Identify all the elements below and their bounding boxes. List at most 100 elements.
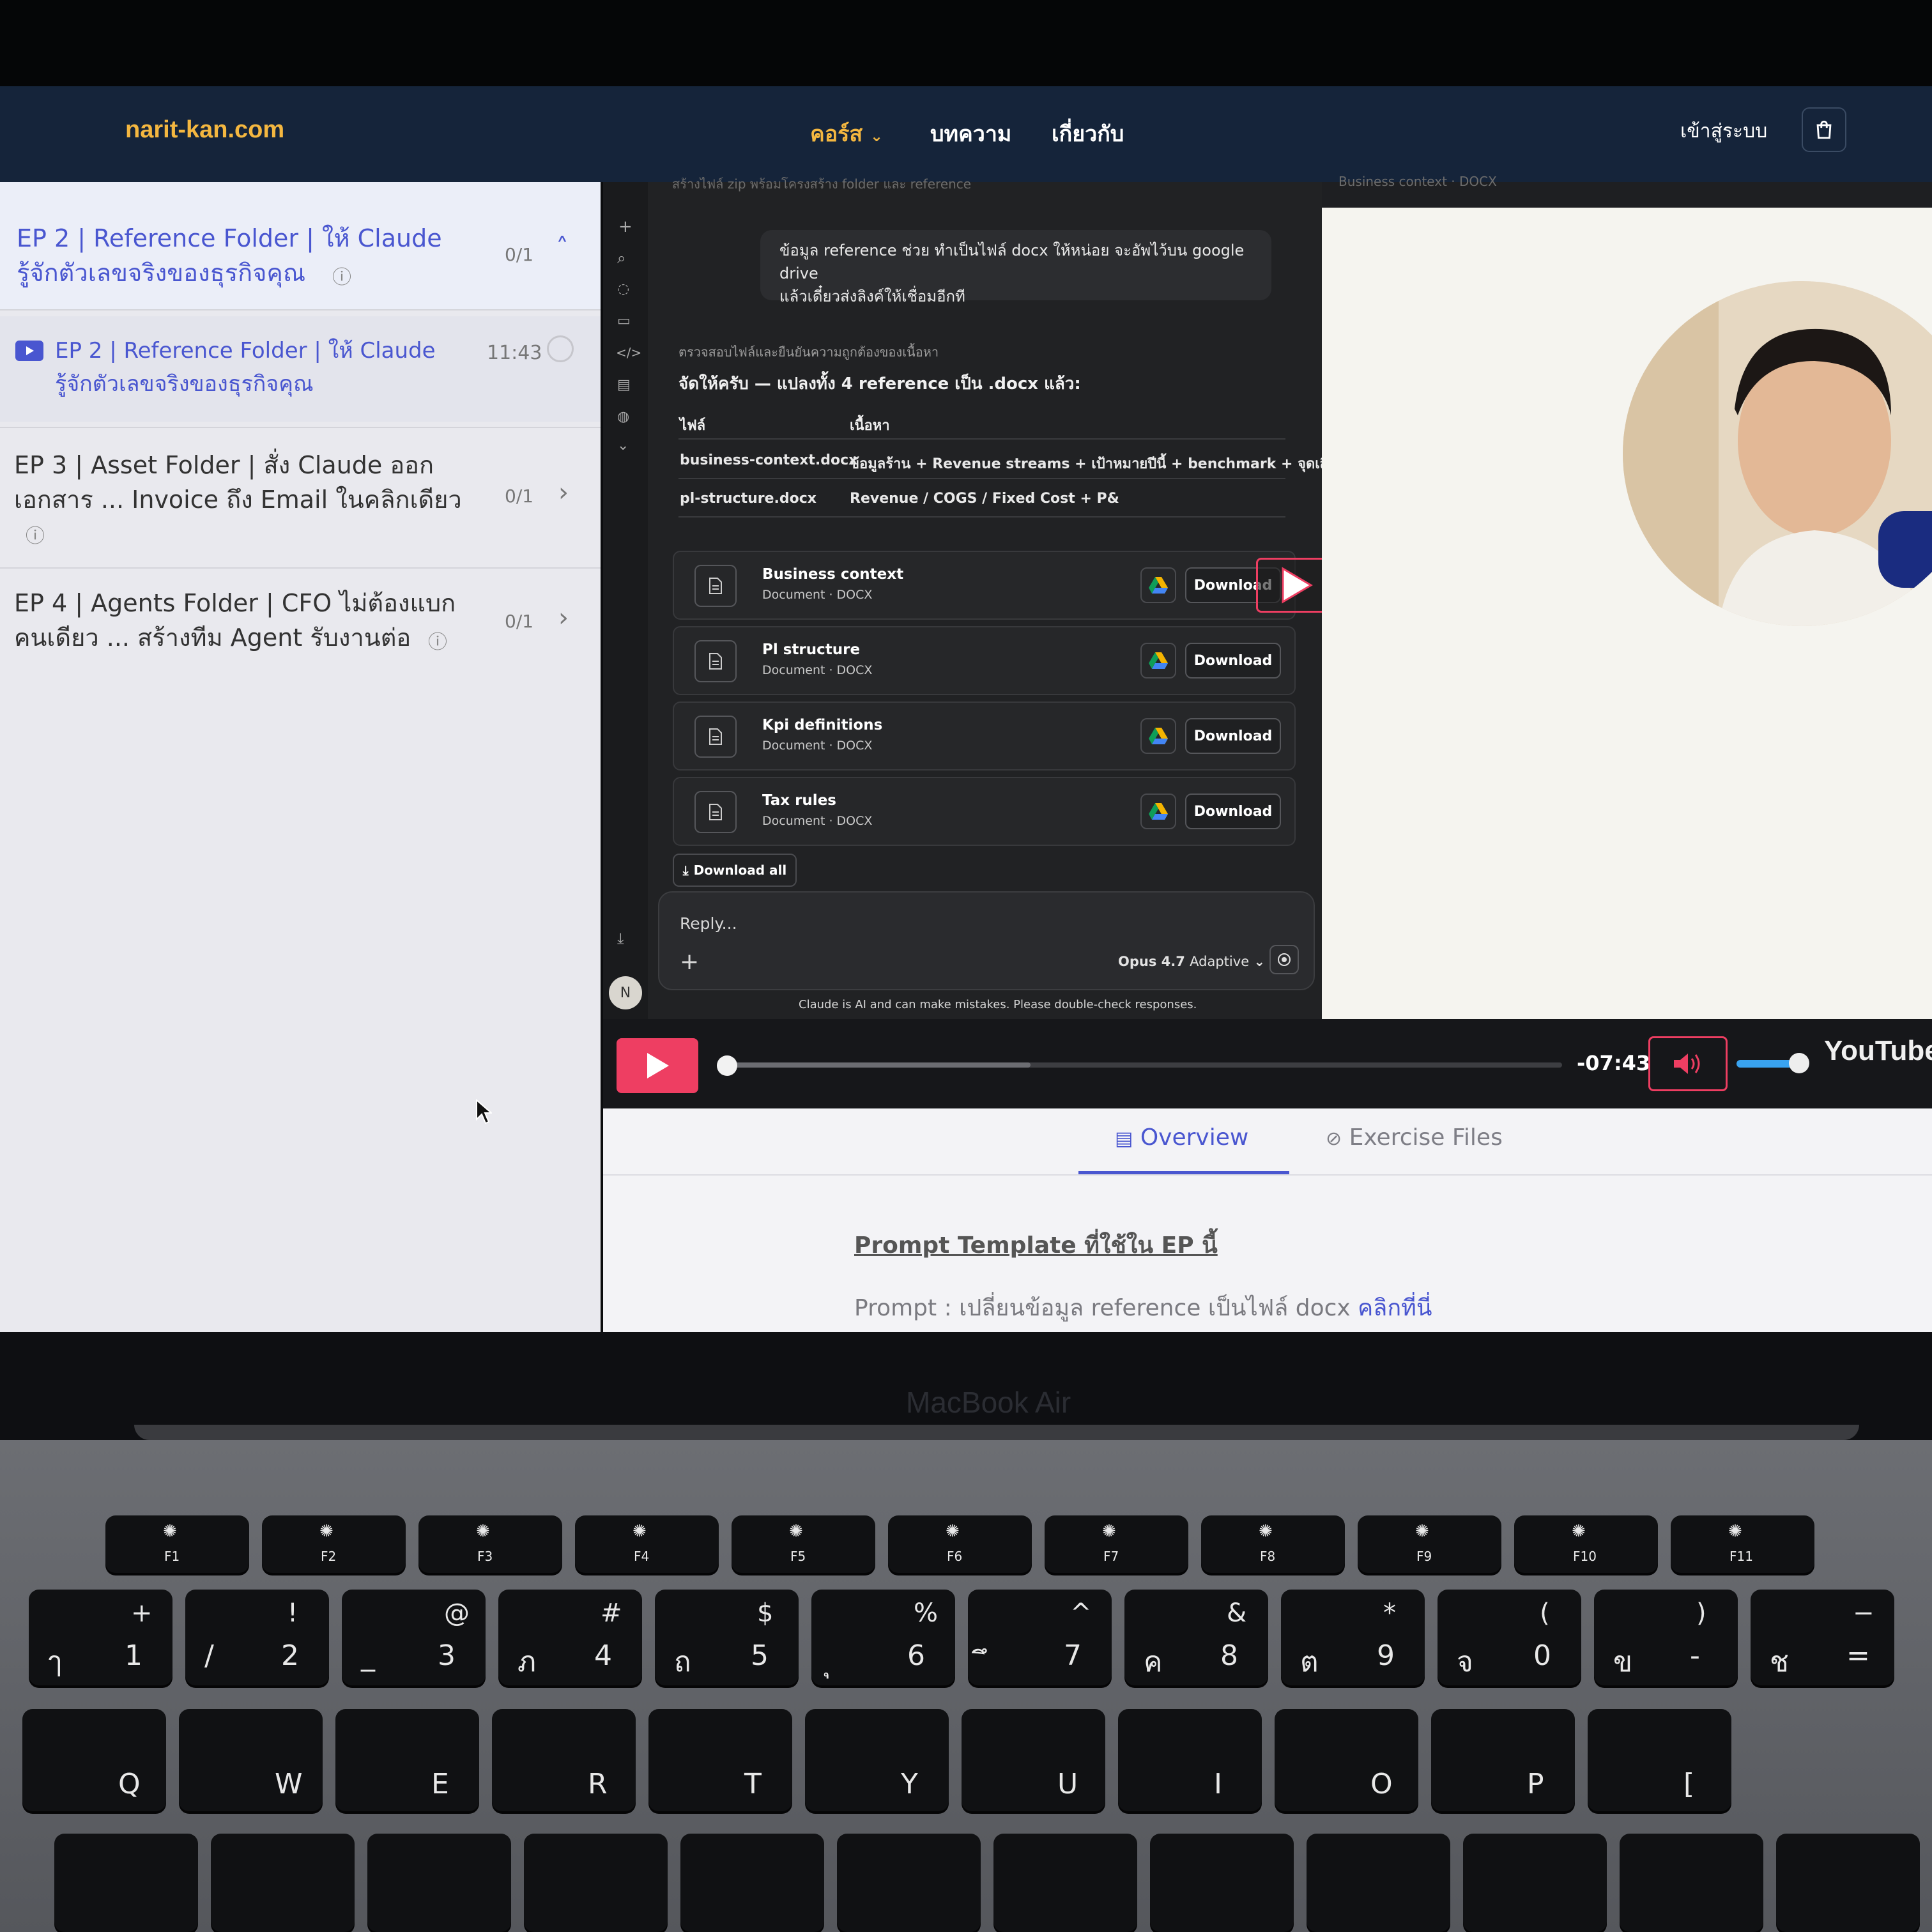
volume-knob[interactable] bbox=[1789, 1053, 1809, 1073]
info-icon: ⓘ bbox=[26, 525, 45, 548]
key-glyph: 6 bbox=[907, 1639, 925, 1672]
file-card-tax-rules[interactable]: Tax rules Document · DOCX Download bbox=[673, 777, 1296, 846]
key-glyph: Q bbox=[118, 1768, 141, 1800]
key-glyph: F6 bbox=[947, 1549, 963, 1564]
key-glyph: ✺ bbox=[1415, 1522, 1429, 1541]
time-remaining: -07:43 bbox=[1577, 1051, 1651, 1075]
lesson-duration: 11:43 bbox=[487, 342, 542, 364]
download-button[interactable]: Download bbox=[1185, 793, 1281, 829]
play-icon bbox=[1282, 567, 1313, 604]
site-logo[interactable]: narit-kan.com bbox=[125, 116, 284, 144]
key-glyph: F1 bbox=[164, 1549, 180, 1564]
divider bbox=[0, 567, 601, 569]
key-glyph: 0 bbox=[1533, 1639, 1551, 1672]
file-card-pl-structure[interactable]: Pl structure Document · DOCX Download bbox=[673, 626, 1296, 695]
letter-key: Q bbox=[22, 1709, 166, 1811]
prompt-line: Prompt : เปลี่ยนข้อมูล reference เป็นไฟล… bbox=[854, 1289, 1432, 1326]
search-icon[interactable]: ⌕ bbox=[617, 249, 625, 267]
nav-courses[interactable]: คอร์ส ⌄ bbox=[810, 116, 883, 151]
login-link[interactable]: เข้าสู่ระบบ bbox=[1680, 116, 1767, 146]
key-glyph: ช bbox=[1770, 1646, 1789, 1678]
key-glyph: ✺ bbox=[946, 1522, 960, 1541]
prompt-template-heading: Prompt Template ที่ใช้ใน EP นี้ bbox=[854, 1232, 1218, 1259]
section-progress: 0/1 bbox=[505, 486, 534, 507]
nav-about[interactable]: เกี่ยวกับ bbox=[1052, 116, 1124, 151]
section-ep2[interactable]: EP 2 | Reference Folder | ให้ Claude รู้… bbox=[0, 182, 601, 310]
key-glyph: F2 bbox=[321, 1549, 337, 1564]
reply-input[interactable]: Reply... bbox=[680, 914, 737, 933]
progress-scrubber[interactable] bbox=[717, 1055, 737, 1076]
number-key: %ุ6 bbox=[811, 1590, 955, 1685]
voice-mode-button[interactable] bbox=[1269, 945, 1299, 974]
key-glyph: ภ bbox=[518, 1646, 537, 1678]
key-glyph: 5 bbox=[751, 1639, 769, 1672]
chevron-down-icon[interactable]: ⌄ bbox=[617, 438, 629, 454]
function-key: ✺ F1 bbox=[105, 1515, 249, 1573]
letter-key bbox=[993, 1834, 1137, 1932]
tab-overview[interactable]: ▤ Overview bbox=[1115, 1124, 1248, 1151]
prompt-text: Prompt : เปลี่ยนข้อมูล reference เป็นไฟล… bbox=[854, 1295, 1358, 1321]
video-play-icon bbox=[15, 341, 43, 361]
file-card-business-context[interactable]: Business context Document · DOCX Downloa… bbox=[673, 551, 1296, 620]
cart-button[interactable] bbox=[1802, 107, 1846, 152]
download-icon[interactable]: ⤓ bbox=[617, 930, 624, 947]
completion-circle-icon[interactable] bbox=[547, 335, 574, 362]
function-key: ✺ F11 bbox=[1671, 1515, 1814, 1573]
section-ep4[interactable]: EP 4 | Agents Folder | CFO ไม่ต้องแบก คน… bbox=[0, 575, 601, 671]
google-drive-button[interactable] bbox=[1140, 643, 1176, 678]
chat-icon[interactable]: ◌ bbox=[617, 281, 629, 297]
download-button[interactable]: Download bbox=[1185, 643, 1281, 678]
key-glyph: 8 bbox=[1220, 1639, 1238, 1672]
model-selector[interactable]: Opus 4.7 Adaptive ⌄ bbox=[1118, 954, 1265, 969]
chevron-right-icon[interactable]: › bbox=[558, 603, 569, 632]
user-avatar[interactable]: N bbox=[609, 976, 642, 1009]
reply-composer[interactable]: Reply... + Opus 4.7 Adaptive ⌄ bbox=[658, 891, 1315, 990]
google-drive-button[interactable] bbox=[1140, 793, 1176, 829]
play-button[interactable] bbox=[617, 1038, 698, 1093]
key-glyph: ✺ bbox=[789, 1522, 803, 1541]
palette-icon[interactable]: ◍ bbox=[617, 409, 629, 425]
volume-icon bbox=[1674, 1054, 1700, 1074]
youtube-logo[interactable]: YouTube bbox=[1824, 1035, 1932, 1067]
key-glyph: F8 bbox=[1260, 1549, 1276, 1564]
key-glyph: 7 bbox=[1064, 1639, 1082, 1672]
user-message-line1: ข้อมูล reference ช่วย ทำเป็นไฟล์ docx ให… bbox=[779, 241, 1245, 282]
thinking-summary[interactable]: ตรวจสอบไฟล์และยืนยันความถูกต้องของเนื้อห… bbox=[678, 342, 939, 362]
lesson-ep2[interactable]: EP 2 | Reference Folder | ให้ Claude รู้… bbox=[0, 316, 601, 422]
artifacts-icon[interactable]: ▤ bbox=[617, 377, 631, 393]
nav-articles[interactable]: บทความ bbox=[930, 116, 1011, 151]
chevron-up-icon[interactable]: ˄ bbox=[556, 233, 569, 263]
letter-key: P bbox=[1431, 1709, 1575, 1811]
key-glyph: ✺ bbox=[1259, 1522, 1273, 1541]
download-all-button[interactable]: ⤓ Download all bbox=[673, 854, 797, 887]
key-glyph: ^ bbox=[1070, 1598, 1092, 1628]
google-drive-button[interactable] bbox=[1140, 567, 1176, 603]
device-label: MacBook Air bbox=[906, 1386, 1071, 1419]
projects-icon[interactable]: ▭ bbox=[617, 313, 631, 329]
document-icon: ▤ bbox=[1115, 1128, 1133, 1150]
section-title-line1: EP 4 | Agents Folder | CFO ไม่ต้องแบก bbox=[14, 589, 456, 617]
file-name: Kpi definitions bbox=[762, 717, 883, 733]
chat-side-toolbar: + ⌕ ◌ ▭ </> ▤ ◍ ⌄ ⤓ bbox=[603, 182, 648, 1019]
download-button[interactable]: Download bbox=[1185, 718, 1281, 754]
file-card-kpi-definitions[interactable]: Kpi definitions Document · DOCX Download bbox=[673, 702, 1296, 770]
key-glyph: ค bbox=[1144, 1646, 1163, 1678]
key-glyph: ( bbox=[1540, 1598, 1550, 1628]
mute-button[interactable] bbox=[1648, 1036, 1728, 1091]
plus-icon[interactable]: + bbox=[618, 217, 632, 236]
chevron-right-icon[interactable]: › bbox=[558, 478, 569, 507]
prompt-link[interactable]: คลิกที่นี่ bbox=[1358, 1295, 1432, 1321]
google-drive-button[interactable] bbox=[1140, 718, 1176, 754]
letter-key: I bbox=[1118, 1709, 1262, 1811]
tab-exercise-files[interactable]: ⊘ Exercise Files bbox=[1326, 1124, 1503, 1151]
active-tab-indicator bbox=[1078, 1171, 1289, 1174]
section-progress: 0/1 bbox=[505, 611, 534, 632]
file-type: Document · DOCX bbox=[762, 814, 873, 828]
key-glyph: F7 bbox=[1103, 1549, 1119, 1564]
number-key: * ต 9 bbox=[1281, 1590, 1425, 1685]
section-ep3[interactable]: EP 3 | Asset Folder | สั่ง Claude ออก เอ… bbox=[0, 434, 601, 569]
code-icon[interactable]: </> bbox=[616, 345, 641, 360]
letter-key: Y bbox=[805, 1709, 949, 1811]
document-icon bbox=[694, 716, 737, 758]
attach-plus-icon[interactable]: + bbox=[680, 949, 699, 975]
